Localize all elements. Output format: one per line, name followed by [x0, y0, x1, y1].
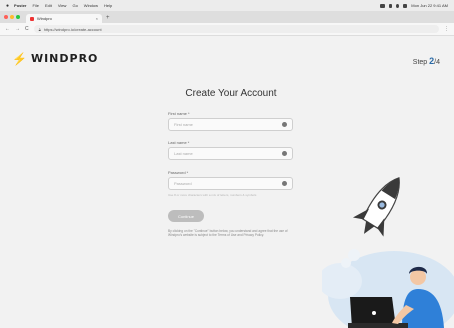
- brand-name: WINDPRO: [30, 52, 99, 65]
- wifi-icon[interactable]: [403, 3, 408, 8]
- continue-button[interactable]: Continue: [168, 210, 204, 222]
- menu-window[interactable]: Window: [84, 3, 98, 8]
- page-title: Create Your Account: [185, 88, 277, 99]
- browser-tab[interactable]: Windpro ×: [26, 14, 102, 23]
- bluetooth-icon[interactable]: [389, 3, 393, 8]
- clock[interactable]: Mon Jun 22 9:41 AM: [411, 3, 448, 8]
- status-area: Mon Jun 22 9:41 AM: [380, 3, 448, 8]
- first-name-label: First name *: [168, 111, 190, 116]
- close-window-icon[interactable]: [4, 15, 8, 19]
- password-field[interactable]: Password: [168, 177, 293, 190]
- step-indicator: Step 2/4: [413, 56, 440, 66]
- maximize-window-icon[interactable]: [16, 15, 20, 19]
- minimize-window-icon[interactable]: [10, 15, 14, 19]
- last-name-label: Last name *: [168, 140, 190, 145]
- os-menu-bar: ● Poster File Edit View Go Window Help M…: [0, 0, 454, 11]
- url-field[interactable]: 🔒︎ https://windpro.io/create-account: [33, 25, 439, 33]
- menu-file[interactable]: File: [32, 3, 38, 8]
- browser-menu-button[interactable]: ⋮: [444, 26, 449, 32]
- last-name-status-icon: [282, 151, 287, 156]
- step-prefix: Step: [412, 59, 430, 66]
- forward-button[interactable]: →: [15, 26, 20, 32]
- step-total: /4: [434, 59, 440, 66]
- menu-view[interactable]: View: [58, 3, 67, 8]
- browser-tab-strip: Windpro × +: [0, 11, 454, 23]
- window-controls: [4, 11, 20, 23]
- password-placeholder: Password: [174, 181, 192, 186]
- apple-menu-icon[interactable]: ●: [6, 3, 9, 9]
- brand-logo[interactable]: ⚡ WINDPRO: [12, 52, 98, 65]
- password-label: Password *: [168, 170, 189, 175]
- menu-app-name[interactable]: Poster: [14, 3, 26, 8]
- battery-icon[interactable]: [380, 3, 386, 8]
- url-text: https://windpro.io/create-account: [43, 26, 102, 32]
- lightning-bolt-icon: ⚡: [12, 51, 27, 66]
- rocket-illustration: [322, 177, 454, 328]
- back-button[interactable]: ←: [5, 26, 10, 32]
- menu-go[interactable]: Go: [72, 3, 77, 8]
- password-hint: Use 8 or more characters with a mix of l…: [168, 193, 257, 197]
- tab-title: Windpro: [37, 16, 52, 21]
- favicon-icon: [30, 16, 34, 21]
- menu-edit[interactable]: Edit: [45, 3, 52, 8]
- first-name-status-icon: [282, 122, 287, 127]
- last-name-placeholder: Last name: [174, 151, 193, 156]
- address-bar: ← → C 🔒︎ https://windpro.io/create-accou…: [0, 23, 454, 36]
- lock-icon: 🔒︎: [38, 26, 41, 32]
- signup-page: ⚡ WINDPRO Step 2/4 Create Your Account F…: [0, 36, 454, 328]
- first-name-placeholder: First name: [174, 122, 193, 127]
- terms-text: By clicking on the "Continue" button bel…: [168, 229, 288, 238]
- last-name-field[interactable]: Last name: [168, 147, 293, 160]
- reload-button[interactable]: C: [25, 26, 29, 32]
- menu-help[interactable]: Help: [104, 3, 112, 8]
- new-tab-button[interactable]: +: [106, 13, 110, 23]
- tab-close-icon[interactable]: ×: [96, 16, 98, 21]
- search-icon[interactable]: [396, 3, 400, 8]
- password-visibility-icon[interactable]: [282, 181, 287, 186]
- first-name-field[interactable]: First name: [168, 118, 293, 131]
